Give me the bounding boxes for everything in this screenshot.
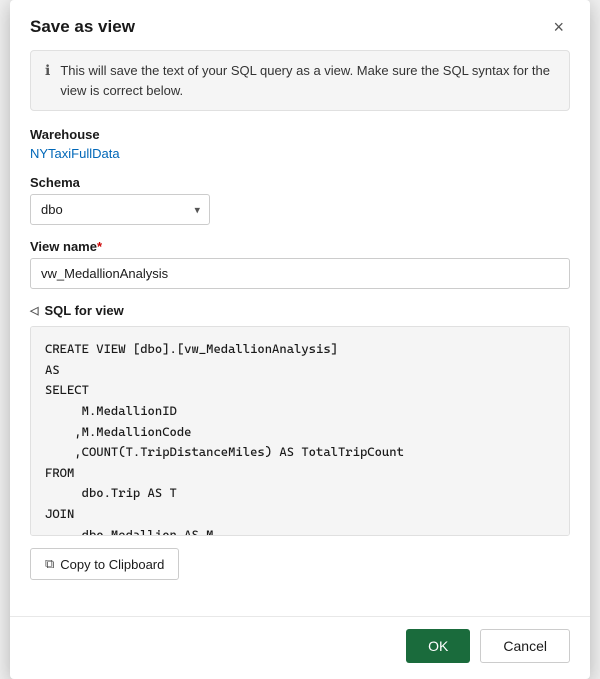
ok-button[interactable]: OK bbox=[406, 629, 470, 663]
sql-code-box: CREATE VIEW [dbo].[vw_MedallionAnalysis]… bbox=[30, 326, 570, 536]
schema-section: Schema dbo public raw ▾ bbox=[30, 175, 570, 225]
info-banner-text: This will save the text of your SQL quer… bbox=[60, 61, 555, 100]
warehouse-value[interactable]: NYTaxiFullData bbox=[30, 146, 570, 161]
dialog-title: Save as view bbox=[30, 17, 135, 37]
schema-label: Schema bbox=[30, 175, 570, 190]
save-as-view-dialog: Save as view × ℹ This will save the text… bbox=[10, 0, 590, 679]
dialog-overlay: Save as view × ℹ This will save the text… bbox=[0, 0, 600, 679]
copy-to-clipboard-button[interactable]: ⧉ Copy to Clipboard bbox=[30, 548, 179, 580]
info-icon: ℹ bbox=[45, 62, 50, 79]
required-indicator: * bbox=[97, 239, 102, 254]
view-name-label: View name* bbox=[30, 239, 570, 254]
viewname-section: View name* bbox=[30, 239, 570, 289]
warehouse-label: Warehouse bbox=[30, 127, 570, 142]
sql-code-area: CREATE VIEW [dbo].[vw_MedallionAnalysis]… bbox=[30, 326, 570, 536]
dialog-body: ℹ This will save the text of your SQL qu… bbox=[10, 50, 590, 616]
cancel-button[interactable]: Cancel bbox=[480, 629, 570, 663]
dialog-header: Save as view × bbox=[10, 0, 590, 50]
sql-section: ◁ SQL for view CREATE VIEW [dbo].[vw_Med… bbox=[30, 303, 570, 536]
info-banner: ℹ This will save the text of your SQL qu… bbox=[30, 50, 570, 111]
dialog-footer: OK Cancel bbox=[10, 616, 590, 679]
copy-button-label: Copy to Clipboard bbox=[60, 557, 164, 572]
close-button[interactable]: × bbox=[547, 16, 570, 38]
schema-select-wrapper: dbo public raw ▾ bbox=[30, 194, 210, 225]
schema-select[interactable]: dbo public raw bbox=[30, 194, 210, 225]
sql-section-label: SQL for view bbox=[44, 303, 123, 318]
view-name-input[interactable] bbox=[30, 258, 570, 289]
sql-toggle[interactable]: ◁ SQL for view bbox=[30, 303, 570, 318]
clipboard-icon: ⧉ bbox=[45, 556, 54, 572]
collapse-icon: ◁ bbox=[30, 304, 38, 317]
